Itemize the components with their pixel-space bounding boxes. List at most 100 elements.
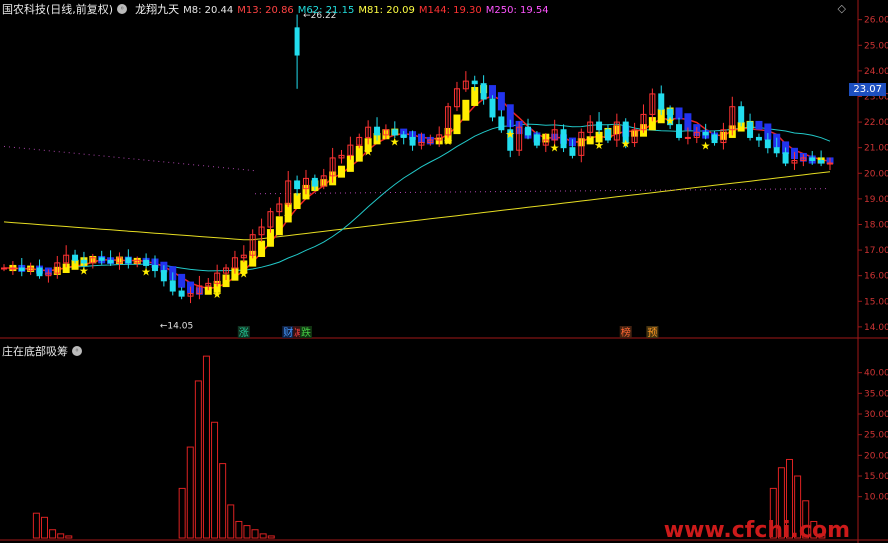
signal-star-icon: ★ [141, 266, 151, 279]
price-axis-label: 15.00 [864, 297, 888, 307]
price-axis-label: 24.00 [864, 67, 888, 77]
sub-axis-label: 30.00 [864, 410, 888, 420]
ma-readout-m250: M250: 19.54 [485, 4, 549, 16]
sub-axis-label: 20.00 [864, 451, 888, 461]
candle-body [160, 270, 167, 282]
trend-band-block [338, 165, 346, 178]
accumulation-bar [186, 446, 194, 539]
candle-body [755, 136, 762, 141]
signal-star-icon: ★ [79, 264, 89, 277]
candle-body [151, 264, 158, 272]
diamond-icon[interactable]: ◇ [838, 2, 846, 15]
indicator-name[interactable]: 龙翔九天 [135, 1, 179, 17]
candle-body [178, 290, 185, 297]
signal-star-icon: ★ [594, 139, 604, 152]
event-marker-label: 涨 [239, 327, 249, 339]
accumulation-bar [219, 463, 227, 539]
candle-body [125, 257, 132, 264]
candle-body [391, 129, 398, 136]
candle-body [18, 267, 25, 272]
candle-body [747, 121, 754, 138]
trend-band-block [755, 120, 763, 130]
candle-body [676, 124, 683, 138]
stock-title[interactable]: 国农科技(日线,前复权) [2, 1, 113, 17]
candle-body [569, 147, 576, 156]
candle-body [560, 129, 567, 149]
candle-body [374, 126, 381, 136]
watermark: www.cfchi.com [663, 518, 850, 543]
dotted-ref-line [3, 145, 256, 172]
sub-axis-label: 10.00 [864, 493, 888, 503]
accumulation-bar [251, 529, 259, 539]
candle-body [764, 139, 771, 149]
candle-body [311, 177, 318, 187]
ma-readout-m144: M144: 19.30 [418, 4, 482, 16]
candle-body [9, 267, 16, 270]
settings-circle-icon[interactable]: ◦ [117, 4, 128, 14]
sub-indicator-title[interactable]: 庄在底部吸筹 [2, 343, 68, 359]
candle-body [596, 121, 603, 131]
accumulation-bar [32, 512, 40, 539]
candle-body [702, 131, 709, 136]
current-price-tag: 23.07 [849, 83, 886, 96]
candle-body [480, 83, 487, 100]
candle-body [80, 259, 87, 264]
signal-star-icon: ★ [239, 268, 249, 281]
price-axis-label: 25.00 [864, 41, 888, 51]
price-axis-label: 26.00 [864, 16, 888, 26]
candle-body [498, 116, 505, 131]
dotted-ref-line [254, 188, 831, 195]
price-axis-label: 14.00 [864, 323, 888, 333]
candle-body [489, 98, 496, 118]
candle-body [1, 267, 7, 270]
chart-header: 国农科技(日线,前复权) ◦ 龙翔九天 M8: 20.44 M13: 20.86 M… [2, 1, 553, 17]
candle-body [169, 280, 176, 292]
price-axis-label: 22.00 [864, 118, 888, 128]
candle-body [294, 180, 301, 190]
candle-body [98, 257, 105, 261]
candle-body [738, 106, 745, 123]
sub-axis-label: 25.00 [864, 431, 888, 441]
sub-axis-label: 15.00 [864, 472, 888, 482]
event-marker-label: 榜 [621, 326, 631, 339]
accumulation-bar [65, 535, 73, 539]
accumulation-bar [194, 380, 202, 539]
candle-body [827, 162, 833, 165]
signal-star-icon: ★ [363, 145, 373, 158]
candle-body [604, 129, 611, 141]
accumulation-bar [243, 525, 251, 539]
candle-body [36, 267, 43, 277]
accumulation-bar [178, 487, 186, 539]
signal-star-icon: ★ [505, 128, 515, 141]
signal-star-icon: ★ [621, 138, 631, 151]
candle-body [809, 157, 816, 161]
candle-body [658, 93, 665, 110]
sub-header: 庄在底部吸筹 ◦ [2, 343, 82, 359]
candle-body [684, 136, 691, 139]
price-axis-label: 21.00 [864, 144, 888, 154]
sub-axis-label: 40.00 [864, 369, 888, 379]
trend-band-block [258, 240, 266, 257]
signal-star-icon: ★ [212, 288, 222, 301]
trend-band-block [275, 216, 283, 236]
signal-star-icon: ★ [390, 136, 400, 149]
candle-body [773, 147, 780, 154]
trend-band-block [178, 273, 186, 288]
accumulation-bar [267, 535, 275, 539]
price-axis-label: 16.00 [864, 272, 888, 282]
candle-body [711, 134, 718, 144]
ma-readout-m8: M8: 20.44 [183, 4, 234, 16]
candle-body [72, 254, 79, 261]
settings-circle-icon[interactable]: ◦ [72, 346, 82, 356]
event-marker-label: 预 [647, 327, 657, 339]
ma-readout-m62: M62: 21.15 [297, 4, 355, 16]
candle-body [533, 134, 540, 146]
event-marker-label: 财 [283, 326, 293, 339]
trend-band-block [675, 107, 683, 120]
candle-body [409, 136, 416, 146]
accumulation-bar [259, 533, 267, 539]
event-marker-label: 跌 [301, 326, 311, 339]
price-axis-label: 17.00 [864, 246, 888, 256]
ma-readout-m81: M81: 20.09 [358, 4, 415, 16]
signal-star-icon: ★ [665, 115, 675, 128]
